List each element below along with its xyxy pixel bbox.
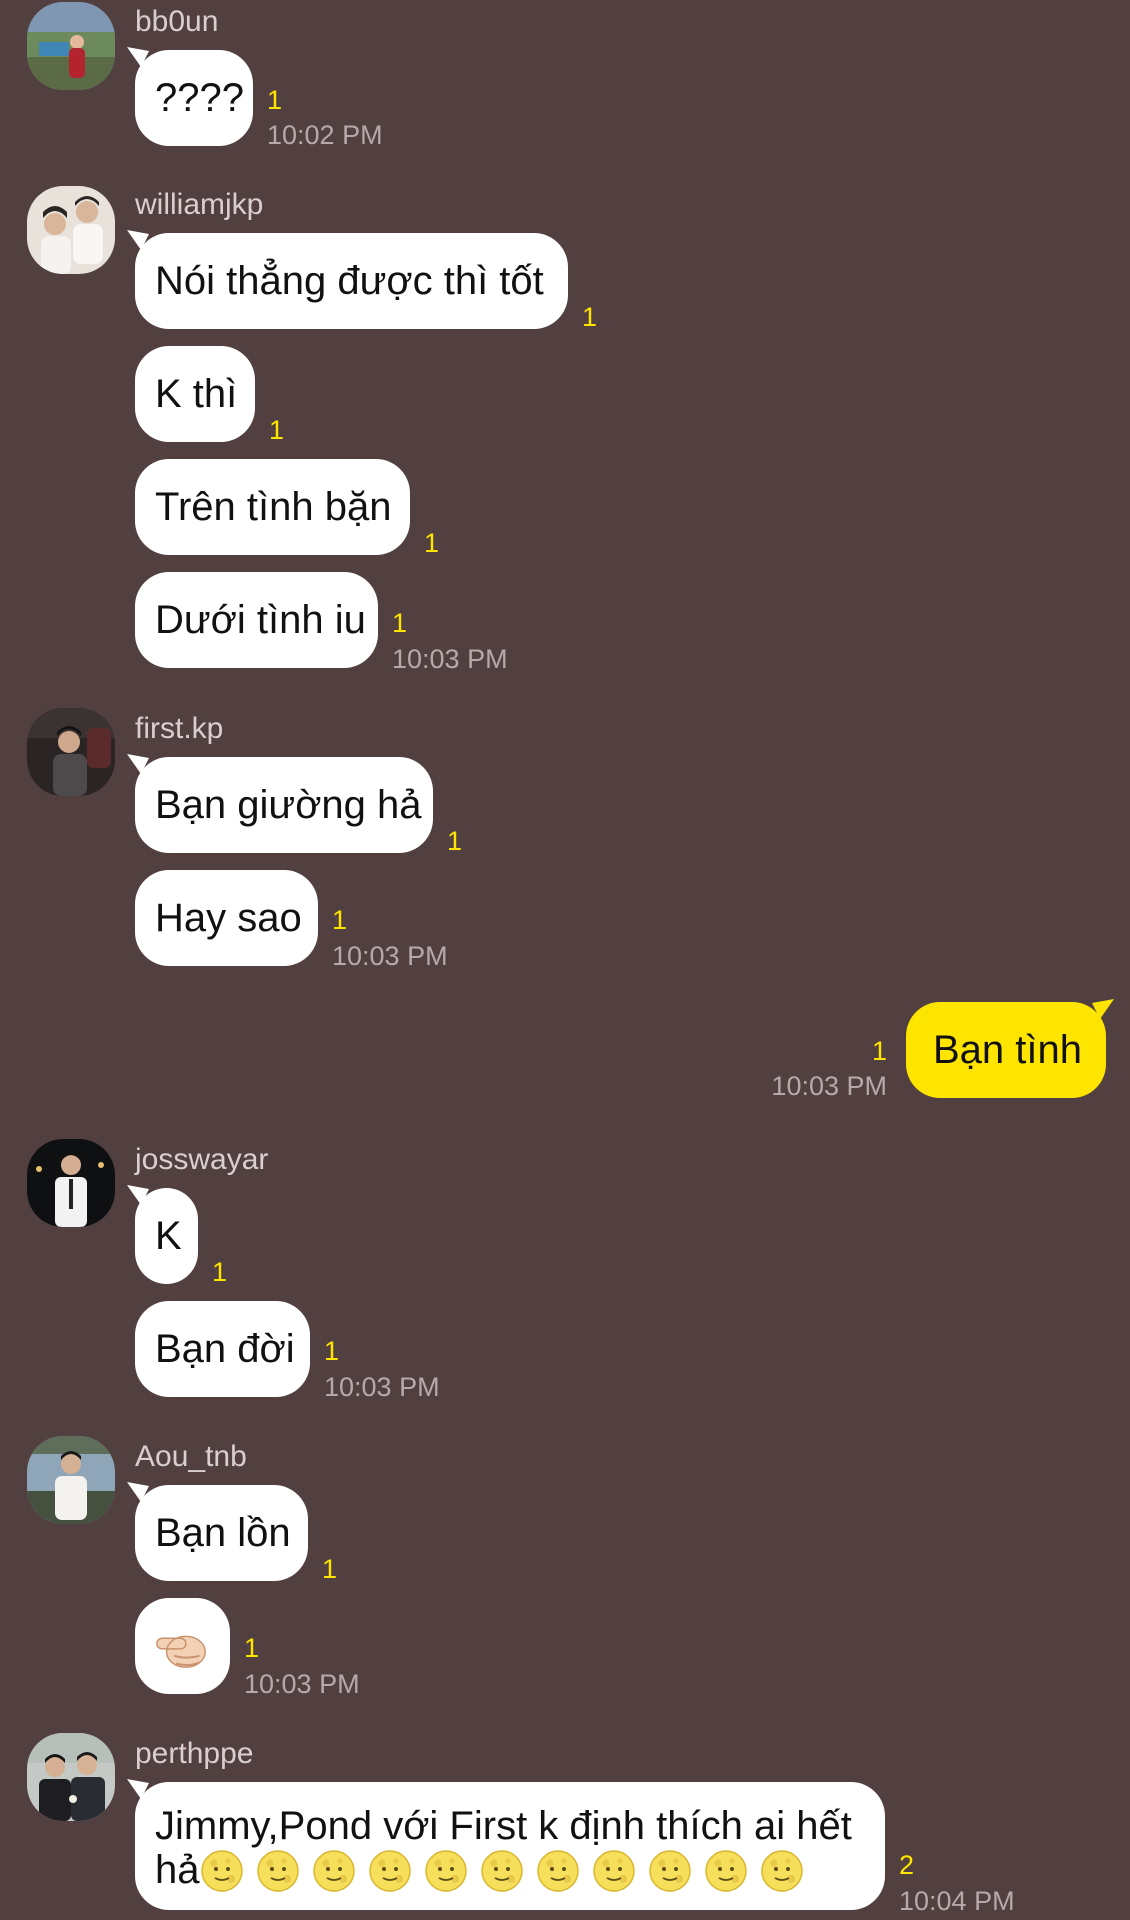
timestamp: 10:02 PM [267, 120, 383, 150]
unread-count: 1 [392, 608, 408, 638]
message-bubble[interactable]: Bạn lồn [127, 1482, 308, 1581]
full-moon-face-emoji [592, 1849, 636, 1893]
unread-count: 1 [582, 302, 598, 332]
message-bubble[interactable]: ???? [127, 47, 253, 146]
avatar-perthppe[interactable] [27, 1733, 115, 1821]
message-text: Trên tình bặn [155, 485, 392, 529]
full-moon-face-emoji [368, 1849, 412, 1893]
message-text-line-1: Jimmy,Pond với First k định thích ai hết [155, 1804, 852, 1848]
unread-count: 1 [424, 528, 440, 558]
unread-count: 2 [899, 1850, 915, 1880]
pointing-finger-emoji [156, 1635, 206, 1668]
full-moon-face-emoji [760, 1849, 804, 1893]
full-moon-face-emoji [424, 1849, 468, 1893]
unread-count: 1 [332, 905, 348, 935]
full-moon-face-emoji [480, 1849, 524, 1893]
unread-count: 1 [269, 415, 285, 445]
unread-count: 1 [447, 826, 463, 856]
message-text-line-2: hả [155, 1848, 200, 1892]
bubble-tail [127, 47, 149, 67]
username: bb0un [135, 5, 219, 38]
message-text: ???? [155, 76, 244, 120]
unread-count: 1 [324, 1336, 340, 1366]
unread-count: 1 [871, 1036, 887, 1066]
avatar-aou-tnb[interactable] [27, 1436, 115, 1524]
bubble-tail [127, 1185, 149, 1205]
full-moon-face-emoji [312, 1849, 356, 1893]
avatar-first-kp[interactable] [27, 708, 115, 796]
username: williamjkp [135, 188, 264, 221]
message-bubble[interactable]: Nói thẳng được thì tốt [127, 230, 568, 329]
message-text: Bạn giường hả [155, 783, 422, 827]
avatar-bb0un-image [27, 2, 115, 90]
message-bubble[interactable]: Hay sao [135, 870, 318, 966]
avatar-williamjkp-image [27, 186, 115, 274]
full-moon-face-emoji [704, 1849, 748, 1893]
message-text: Dưới tình iu [155, 598, 366, 642]
bubble-tail [127, 1482, 149, 1502]
bubble-tail [1092, 999, 1114, 1019]
message-text: K [155, 1214, 182, 1258]
timestamp: 10:03 PM [332, 941, 448, 971]
bubble-tail [127, 754, 149, 774]
avatar-williamjkp[interactable] [27, 186, 115, 274]
message-bubble[interactable]: Trên tình bặn [135, 459, 410, 555]
timestamp: 10:03 PM [244, 1669, 360, 1699]
username: josswayar [135, 1143, 269, 1176]
message-bubble[interactable]: K [127, 1185, 198, 1284]
emoji-row [200, 1849, 816, 1896]
username: Aou_tnb [135, 1440, 247, 1473]
avatar-first-kp-image [27, 708, 115, 796]
message-bubble[interactable] [135, 1598, 230, 1694]
message-text: Nói thẳng được thì tốt [155, 259, 544, 303]
unread-count: 1 [212, 1257, 228, 1287]
avatar-aou-tnb-image [27, 1436, 115, 1524]
timestamp: 10:03 PM [324, 1372, 440, 1402]
unread-count: 1 [244, 1633, 260, 1663]
my-message-bubble[interactable]: Bạn tình [906, 999, 1114, 1098]
timestamp: 10:03 PM [392, 644, 508, 674]
message-bubble[interactable]: Bạn đời [135, 1301, 310, 1397]
message-text: Bạn tình [933, 1028, 1083, 1072]
username: first.kp [135, 712, 224, 745]
message-line-2: hả [155, 1848, 865, 1896]
message-text: Bạn lồn [155, 1511, 291, 1555]
full-moon-face-emoji [200, 1849, 244, 1893]
unread-count: 1 [267, 85, 283, 115]
message-bubble[interactable]: Bạn giường hả [127, 754, 433, 853]
avatar-josswayar[interactable] [27, 1139, 115, 1227]
bubble-tail [127, 230, 149, 250]
chat-area[interactable]: bb0un ???? 1 10:02 PM williamjkp Nói thẳ… [0, 0, 1130, 1920]
unread-count: 1 [322, 1554, 338, 1584]
message-text: Hay sao [155, 896, 302, 940]
message-bubble[interactable]: K thì [135, 346, 255, 442]
username: perthppe [135, 1737, 254, 1770]
avatar-perthppe-image [27, 1733, 115, 1821]
full-moon-face-emoji [648, 1849, 692, 1893]
timestamp: 10:03 PM [771, 1071, 887, 1101]
timestamp: 10:04 PM [899, 1886, 1015, 1916]
bubble-tail [127, 1779, 149, 1799]
avatar-bb0un[interactable] [27, 2, 115, 90]
message-bubble[interactable]: Jimmy,Pond với First k định thích ai hết… [127, 1779, 885, 1910]
avatar-josswayar-image [27, 1139, 115, 1227]
full-moon-face-emoji [256, 1849, 300, 1893]
message-bubble[interactable]: Dưới tình iu [135, 572, 378, 668]
message-text: K thì [155, 372, 238, 416]
full-moon-face-emoji [536, 1849, 580, 1893]
message-text: Bạn đời [155, 1327, 295, 1371]
